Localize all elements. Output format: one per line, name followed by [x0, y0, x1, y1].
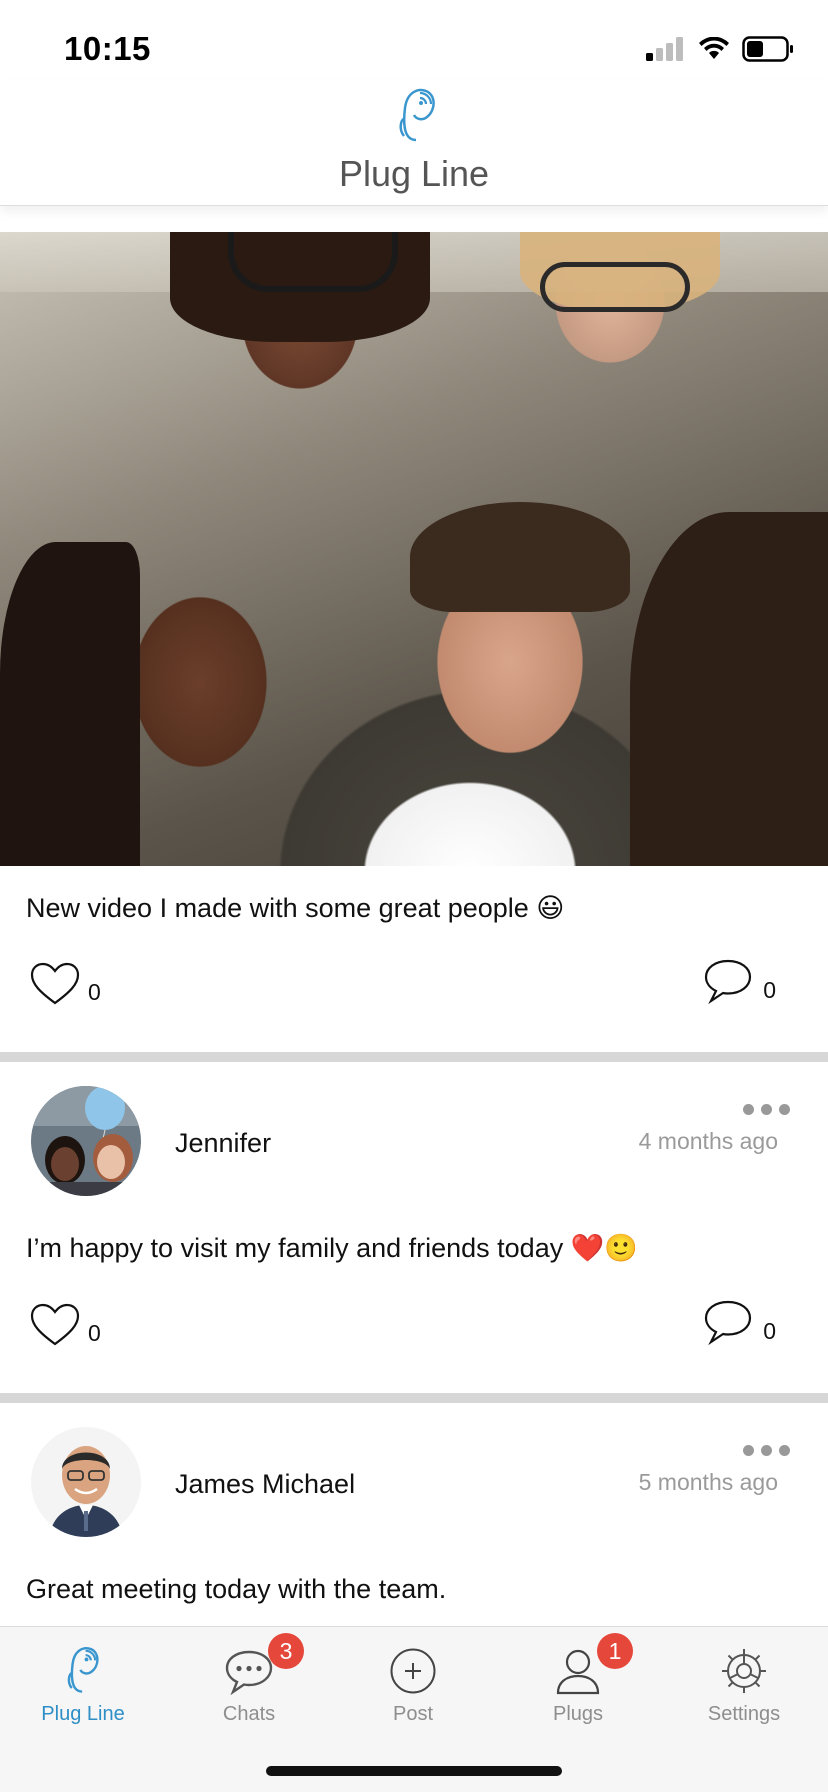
more-options-button[interactable] [743, 1104, 790, 1116]
dot [761, 1444, 772, 1456]
like-button[interactable]: 0 [30, 962, 101, 1006]
tab-post[interactable]: Post [330, 1637, 496, 1737]
tab-label: Plugs [552, 1703, 604, 1725]
like-count: 0 [88, 1319, 101, 1346]
more-options-button[interactable] [743, 1444, 790, 1456]
cellular-signal-icon [646, 37, 683, 61]
person-icon [556, 1649, 600, 1695]
like-count: 0 [88, 979, 101, 1006]
plugline-logo-icon [399, 88, 435, 142]
post-card: New video I made with some great people … [0, 232, 828, 1042]
page-title: Plug Line [338, 153, 490, 194]
dot [761, 1104, 772, 1116]
tab-plug-line[interactable]: Plug Line [0, 1637, 166, 1737]
post-divider [0, 1052, 828, 1063]
plus-circle-icon [390, 1648, 436, 1694]
post-text: I’m happy to visit my family and friends… [26, 1233, 638, 1264]
notification-badge: 1 [597, 1633, 633, 1669]
avatar[interactable] [31, 1426, 141, 1537]
post-author[interactable]: James Michael [175, 1469, 355, 1500]
dot [779, 1444, 790, 1456]
post-timestamp: 5 months ago [638, 1468, 778, 1495]
post-text: Great meeting today with the team. [26, 1573, 447, 1604]
comment-count: 0 [763, 1317, 776, 1344]
comment-button[interactable]: 0 [703, 958, 776, 1005]
heart-icon [30, 963, 80, 1005]
comment-bubble-icon [705, 1300, 752, 1345]
heart-icon [30, 1303, 80, 1346]
status-icons [646, 36, 794, 62]
battery-icon [742, 36, 793, 62]
plugline-logo-icon [67, 1647, 99, 1693]
post-text: New video I made with some great people … [26, 893, 565, 923]
unread-badge: 3 [268, 1633, 304, 1669]
tab-settings[interactable]: Settings [661, 1637, 827, 1737]
like-button[interactable]: 0 [30, 1303, 101, 1347]
post-divider [0, 1392, 828, 1403]
tab-chats[interactable]: 3 Chats [166, 1633, 332, 1737]
comment-count: 0 [763, 977, 776, 1004]
status-bar: 10:15 [0, 0, 828, 90]
dot [743, 1104, 754, 1116]
comment-button[interactable]: 0 [703, 1299, 776, 1345]
tab-label: Plug Line [41, 1703, 125, 1725]
post-card: James Michael 5 months ago Great meeting… [0, 1403, 828, 1605]
status-time: 10:15 [64, 30, 151, 67]
chat-bubble-icon [225, 1650, 273, 1695]
tab-label: Settings [707, 1703, 781, 1725]
dot [779, 1104, 790, 1116]
post-card: Jennifer 4 months ago I’m happy to visit… [0, 1062, 828, 1382]
avatar[interactable] [31, 1086, 141, 1197]
tab-plugs[interactable]: 1 Plugs [495, 1633, 661, 1737]
gear-icon [722, 1649, 766, 1693]
feed-list[interactable]: New video I made with some great people … [0, 232, 828, 1626]
post-image[interactable] [0, 232, 828, 866]
app-header: Plug Line [0, 80, 828, 206]
home-indicator[interactable] [266, 1766, 562, 1776]
tab-label: Chats [222, 1703, 276, 1725]
comment-bubble-icon [705, 960, 752, 1005]
post-timestamp: 4 months ago [638, 1128, 778, 1155]
wifi-icon [699, 37, 729, 59]
post-author[interactable]: Jennifer [175, 1128, 271, 1159]
dot [743, 1444, 754, 1456]
tab-label: Post [392, 1703, 434, 1725]
